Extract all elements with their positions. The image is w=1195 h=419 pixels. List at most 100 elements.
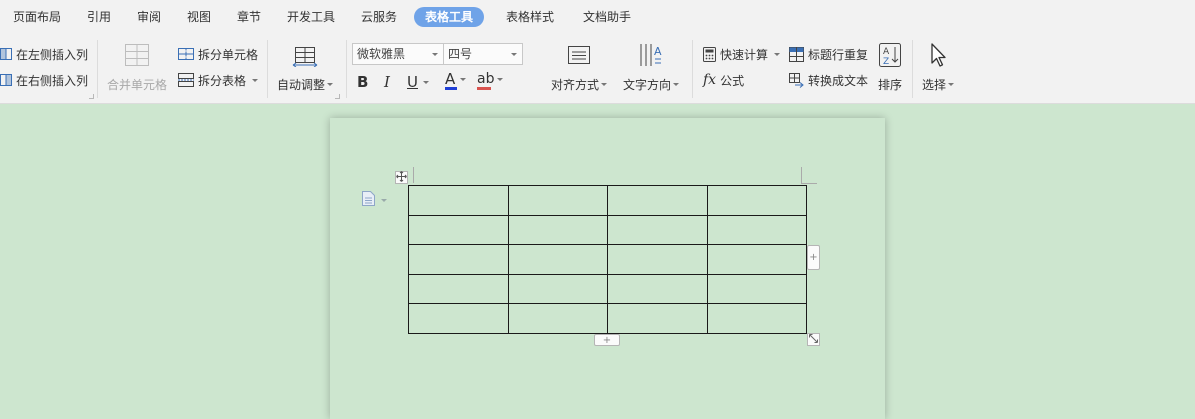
table-cell[interactable] xyxy=(507,214,608,246)
formula-label: 公式 xyxy=(720,73,745,88)
text-direction-icon: A xyxy=(638,40,664,70)
table-cell[interactable] xyxy=(408,244,509,275)
font-color-button[interactable]: A xyxy=(445,72,467,92)
font-size-value: 四号 xyxy=(448,47,473,61)
tab-page-layout[interactable]: 页面布局 xyxy=(13,7,61,27)
font-name-value: 微软雅黑 xyxy=(357,47,406,61)
tab-table-tools[interactable]: 表格工具 xyxy=(414,7,485,27)
align-icon xyxy=(566,40,592,70)
tab-developer[interactable]: 开发工具 xyxy=(287,7,335,27)
chevron-down-icon xyxy=(252,78,259,82)
convert-text-icon xyxy=(789,72,804,88)
table-cell[interactable] xyxy=(408,303,509,334)
repeat-header-label: 标题行重复 xyxy=(808,47,869,62)
split-cells-button[interactable]: 拆分单元格 xyxy=(178,44,258,64)
tab-chapter[interactable]: 章节 xyxy=(237,7,261,27)
sort-label: 排序 xyxy=(878,78,903,92)
text-direction-button[interactable]: A 文字方向 xyxy=(623,40,680,93)
tab-view[interactable]: 视图 xyxy=(187,7,211,27)
select-label: 选择 xyxy=(922,78,947,92)
table-resize-handle[interactable] xyxy=(807,333,820,346)
merge-cells-icon xyxy=(124,40,150,70)
italic-button[interactable]: I xyxy=(384,72,390,92)
sort-button[interactable]: AZ 排序 xyxy=(878,40,902,93)
table-cell[interactable] xyxy=(607,244,708,275)
highlight-swatch xyxy=(477,87,491,90)
table-cell[interactable] xyxy=(706,214,807,246)
table-cell[interactable] xyxy=(408,185,509,216)
table-cell[interactable] xyxy=(706,303,807,334)
tab-doc-assistant[interactable]: 文档助手 xyxy=(583,7,631,27)
underline-button[interactable]: U xyxy=(407,72,429,92)
chevron-down-icon xyxy=(460,78,467,81)
convert-to-text-button[interactable]: 转换成文本 xyxy=(789,70,868,90)
highlight-button[interactable]: ab xyxy=(477,71,504,92)
chevron-down-icon xyxy=(381,198,387,202)
formula-icon: fx xyxy=(703,72,717,88)
divider xyxy=(346,40,347,98)
tab-references[interactable]: 引用 xyxy=(87,7,111,27)
italic-icon: I xyxy=(384,73,390,91)
tab-table-style[interactable]: 表格样式 xyxy=(506,7,554,27)
table-cell[interactable] xyxy=(706,273,807,305)
divider xyxy=(692,40,693,98)
chevron-down-icon xyxy=(327,83,334,86)
merge-cells-label: 合并单元格 xyxy=(107,78,168,92)
bold-icon: B xyxy=(357,73,369,91)
bold-button[interactable]: B xyxy=(357,72,368,92)
table-cell[interactable] xyxy=(507,303,608,334)
table-cell[interactable] xyxy=(607,303,708,334)
table-cell[interactable] xyxy=(706,185,807,216)
alignment-label: 对齐方式 xyxy=(551,78,600,92)
table-cell[interactable] xyxy=(507,273,608,305)
table-row xyxy=(408,185,807,216)
insert-column-right-button[interactable]: 在右侧插入列 xyxy=(0,70,88,90)
table-move-handle[interactable] xyxy=(395,170,408,184)
repeat-header-button[interactable]: 标题行重复 xyxy=(789,44,868,64)
font-name-select[interactable]: 微软雅黑 xyxy=(352,43,444,65)
tab-review[interactable]: 审阅 xyxy=(137,7,161,27)
table-cell[interactable] xyxy=(408,214,509,246)
table-cell[interactable] xyxy=(607,273,708,305)
formula-button[interactable]: fx 公式 xyxy=(703,70,744,90)
divider xyxy=(97,40,98,98)
text-direction-label: 文字方向 xyxy=(623,78,672,92)
insert-right-icon xyxy=(0,73,12,87)
alignment-button[interactable]: 对齐方式 xyxy=(551,40,608,93)
group-expand-icon[interactable] xyxy=(89,94,94,99)
table-cell[interactable] xyxy=(507,185,608,216)
insert-column-left-button[interactable]: 在左侧插入列 xyxy=(0,44,88,64)
chevron-down-icon xyxy=(432,53,438,56)
table-cell[interactable] xyxy=(706,244,807,275)
split-table-button[interactable]: 拆分表格 xyxy=(178,70,259,90)
select-button[interactable]: 选择 xyxy=(922,40,955,93)
group-expand-icon[interactable] xyxy=(335,94,340,99)
font-size-select[interactable]: 四号 xyxy=(443,43,523,65)
paragraph-options-button[interactable] xyxy=(362,191,387,209)
split-cells-label: 拆分单元格 xyxy=(198,47,259,62)
document-table[interactable] xyxy=(408,185,807,334)
add-row-button[interactable]: + xyxy=(594,334,620,346)
table-row xyxy=(408,214,807,246)
tab-cloud-service[interactable]: 云服务 xyxy=(361,7,397,27)
merge-cells-button[interactable]: 合并单元格 xyxy=(107,40,167,93)
auto-fit-label: 自动调整 xyxy=(277,78,326,92)
menu-bar: 页面布局 引用 审阅 视图 章节 开发工具 云服务 表格工具 表格样式 文档助手 xyxy=(0,0,1195,34)
table-cell[interactable] xyxy=(607,214,708,246)
table-cell[interactable] xyxy=(507,244,608,275)
svg-text:A: A xyxy=(883,47,890,57)
chevron-down-icon xyxy=(497,78,504,81)
add-column-button[interactable]: + xyxy=(807,245,820,270)
table-row xyxy=(408,303,807,334)
document-icon xyxy=(362,191,375,209)
insert-column-left-label: 在左侧插入列 xyxy=(16,47,89,62)
auto-fit-button[interactable]: 自动调整 xyxy=(277,40,334,93)
convert-to-text-label: 转换成文本 xyxy=(808,73,869,88)
divider xyxy=(912,40,913,98)
table-cell[interactable] xyxy=(607,185,708,216)
quick-calculate-button[interactable]: 快速计算 xyxy=(703,44,781,64)
insert-column-right-label: 在右侧插入列 xyxy=(16,73,89,88)
highlight-icon: ab xyxy=(477,71,495,87)
table-cell[interactable] xyxy=(408,273,509,305)
add-icon: + xyxy=(809,252,818,263)
